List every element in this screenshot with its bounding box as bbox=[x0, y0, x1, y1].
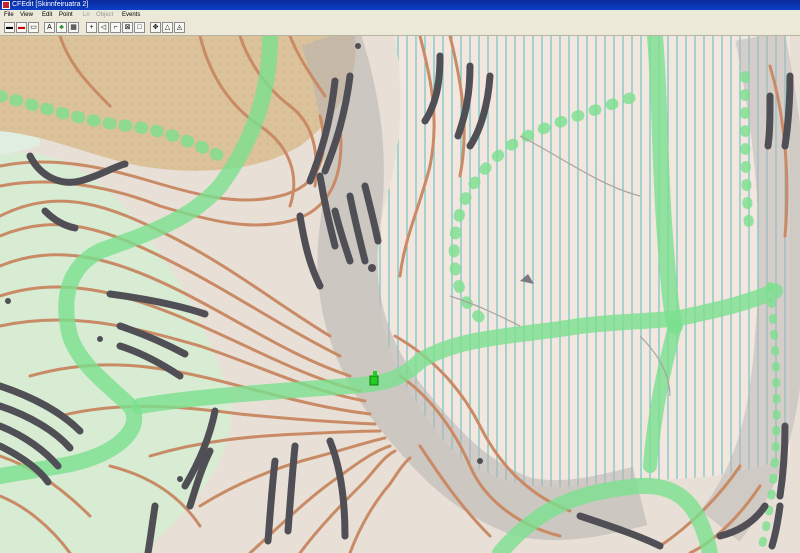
menu-line[interactable]: Ln bbox=[83, 10, 90, 20]
control-marker-flag bbox=[373, 371, 377, 376]
save-icon[interactable]: ▬ bbox=[4, 22, 15, 33]
tree-icon[interactable]: ♣ bbox=[56, 22, 67, 33]
load-icon[interactable]: ▭ bbox=[28, 22, 39, 33]
grid-icon[interactable]: ▦ bbox=[68, 22, 79, 33]
window-title: CFEdit [Skinnfeiruatra 2] bbox=[12, 1, 89, 8]
line-tool-icon[interactable]: ⌐ bbox=[110, 22, 121, 33]
save-red-icon[interactable]: ▬ bbox=[16, 22, 27, 33]
control-marker[interactable] bbox=[369, 375, 379, 386]
text-icon[interactable]: A bbox=[44, 22, 55, 33]
menu-events[interactable]: Events bbox=[122, 10, 140, 20]
menu-bar: File View Edit Point Ln Object Events bbox=[0, 10, 800, 20]
menu-edit[interactable]: Edit bbox=[42, 10, 52, 20]
triangle-icon[interactable]: △ bbox=[162, 22, 173, 33]
menu-object[interactable]: Object bbox=[96, 10, 113, 20]
rotate-left-icon[interactable]: ◁ bbox=[98, 22, 109, 33]
menu-file[interactable]: File bbox=[4, 10, 14, 20]
move-icon[interactable]: ✥ bbox=[150, 22, 161, 33]
map-canvas[interactable] bbox=[0, 36, 800, 553]
point-add-icon[interactable]: + bbox=[86, 22, 97, 33]
app-icon bbox=[2, 1, 10, 9]
title-bar: CFEdit [Skinnfeiruatra 2] bbox=[0, 0, 800, 10]
page-icon[interactable]: □ bbox=[134, 22, 145, 33]
zoom-fit-icon[interactable]: ⊠ bbox=[122, 22, 133, 33]
triangle-edit-icon[interactable]: ◬ bbox=[174, 22, 185, 33]
menu-view[interactable]: View bbox=[20, 10, 33, 20]
menu-point[interactable]: Point bbox=[59, 10, 73, 20]
toolbar: ▬ ▬ ▭ A ♣ ▦ + ◁ ⌐ ⊠ □ ✥ △ ◬ bbox=[0, 20, 800, 36]
